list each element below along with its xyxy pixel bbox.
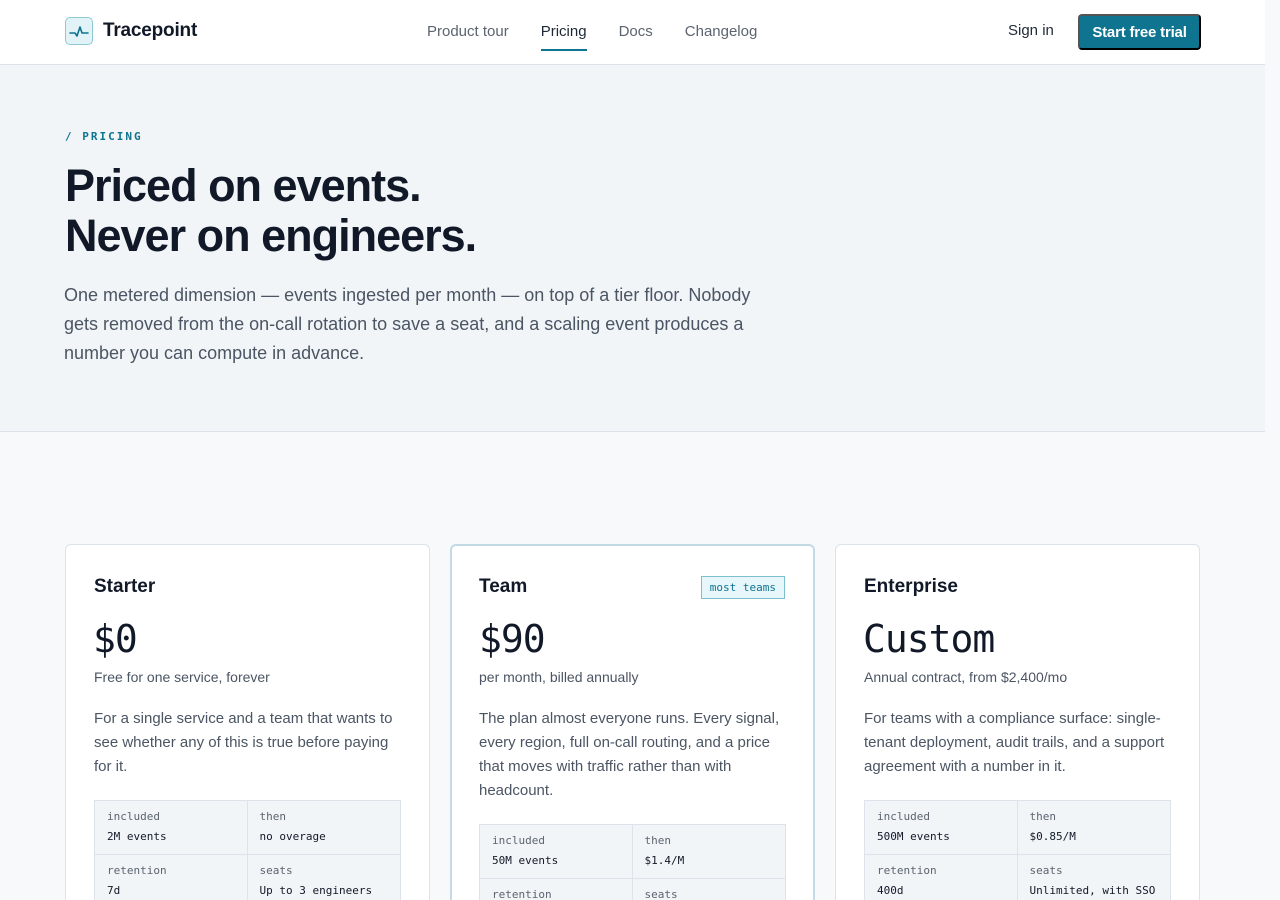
spec-seats: seats Unlimited, with SSO: [1018, 855, 1171, 900]
spec-then: then $1.4/M: [632, 825, 785, 879]
spec-included: included 500M events: [865, 801, 1018, 855]
plan-price: $90: [479, 617, 546, 661]
sign-in-link[interactable]: Sign in: [1008, 22, 1054, 39]
plan-name: Team: [479, 576, 528, 597]
main-nav: Product tour Pricing Docs Changelog: [427, 0, 757, 64]
hero-description: One metered dimension — events ingested …: [64, 285, 751, 363]
plan-price-note: per month, billed annually: [479, 669, 639, 685]
spec-included: included 50M events: [480, 825, 633, 879]
plan-price: $0: [93, 617, 138, 661]
nav-item-pricing[interactable]: Pricing: [540, 0, 587, 64]
plan-description: The plan almost everyone runs. Every sig…: [479, 710, 780, 799]
spec-value: 50M events: [492, 854, 559, 867]
brand-name: Tracepoint: [103, 20, 198, 41]
spec-value: no overage: [259, 830, 326, 843]
plan-description: For teams with a compliance surface: sin…: [864, 710, 1165, 775]
spec-value: 2M events: [107, 830, 167, 843]
page-title-line-1: Priced on events.: [65, 160, 422, 211]
spec-seats: seats: [633, 879, 786, 900]
spec-key: retention: [492, 888, 552, 900]
spec-value: 400d: [877, 884, 904, 897]
plan-name: Starter: [94, 576, 156, 597]
plan-name: Enterprise: [864, 576, 958, 597]
section-eyebrow: / PRICING: [65, 130, 143, 143]
plan-card-starter: Starter $0 Free for one service, forever…: [65, 544, 430, 900]
spec-value: 500M events: [877, 830, 950, 843]
spec-key: seats: [644, 888, 678, 900]
nav-item-docs[interactable]: Docs: [619, 0, 653, 64]
spec-key: then: [1029, 810, 1057, 823]
spec-value: $1.4/M: [644, 854, 685, 867]
spec-value: $0.85/M: [1029, 830, 1076, 843]
spec-key: then: [644, 834, 672, 847]
spec-key: included: [877, 810, 930, 823]
spec-key: seats: [1029, 864, 1063, 877]
nav-item-product-tour[interactable]: Product tour: [427, 0, 509, 64]
spec-key: seats: [259, 864, 293, 877]
site-header: Tracepoint Product tour Pricing Docs Cha…: [0, 0, 1265, 65]
brand-logo[interactable]: Tracepoint: [65, 17, 197, 45]
spec-then: then $0.85/M: [1017, 801, 1170, 855]
start-free-trial-button[interactable]: Start free trial: [1078, 14, 1201, 50]
page-title: Priced on events. Never on engineers.: [65, 160, 477, 261]
spec-value: Unlimited, with SSO: [1029, 884, 1156, 897]
nav-item-changelog[interactable]: Changelog: [685, 0, 758, 64]
pricing-hero: / PRICING Priced on events. Never on eng…: [0, 65, 1265, 432]
spec-key: retention: [107, 864, 167, 877]
spec-included: included 2M events: [95, 801, 248, 855]
plan-price-note: Free for one service, forever: [94, 669, 270, 685]
spec-value: Up to 3 engineers: [259, 884, 373, 897]
most-teams-badge: most teams: [700, 576, 785, 599]
plan-price: Custom: [863, 617, 995, 661]
spec-retention: retention 400d: [865, 855, 1018, 900]
spec-retention: retention: [480, 879, 633, 900]
plan-specs: included 500M events then $0.85/M retentio…: [864, 800, 1171, 900]
spec-key: then: [259, 810, 287, 823]
spec-key: retention: [877, 864, 937, 877]
plan-price-note: Annual contract, from $2,400/mo: [864, 669, 1068, 685]
spec-seats: seats Up to 3 engineers: [248, 855, 401, 900]
plan-specs: included 50M events then $1.4/M retention …: [479, 824, 786, 900]
plan-card-enterprise: Enterprise Custom Annual contract, from …: [835, 544, 1200, 900]
plan-specs: included 2M events then no overage retenti…: [94, 800, 401, 900]
spec-key: included: [492, 834, 545, 847]
spec-key: included: [107, 810, 160, 823]
spec-retention: retention 7d: [95, 855, 248, 900]
spec-value: 7d: [107, 884, 121, 897]
plan-card-team: Team most teams $90 per month, billed an…: [450, 544, 815, 900]
spec-then: then no overage: [247, 801, 400, 855]
page-title-line-2: Never on engineers.: [65, 210, 477, 261]
pulse-icon: [65, 17, 93, 45]
plan-description: For a single service and a team that wan…: [94, 710, 393, 775]
